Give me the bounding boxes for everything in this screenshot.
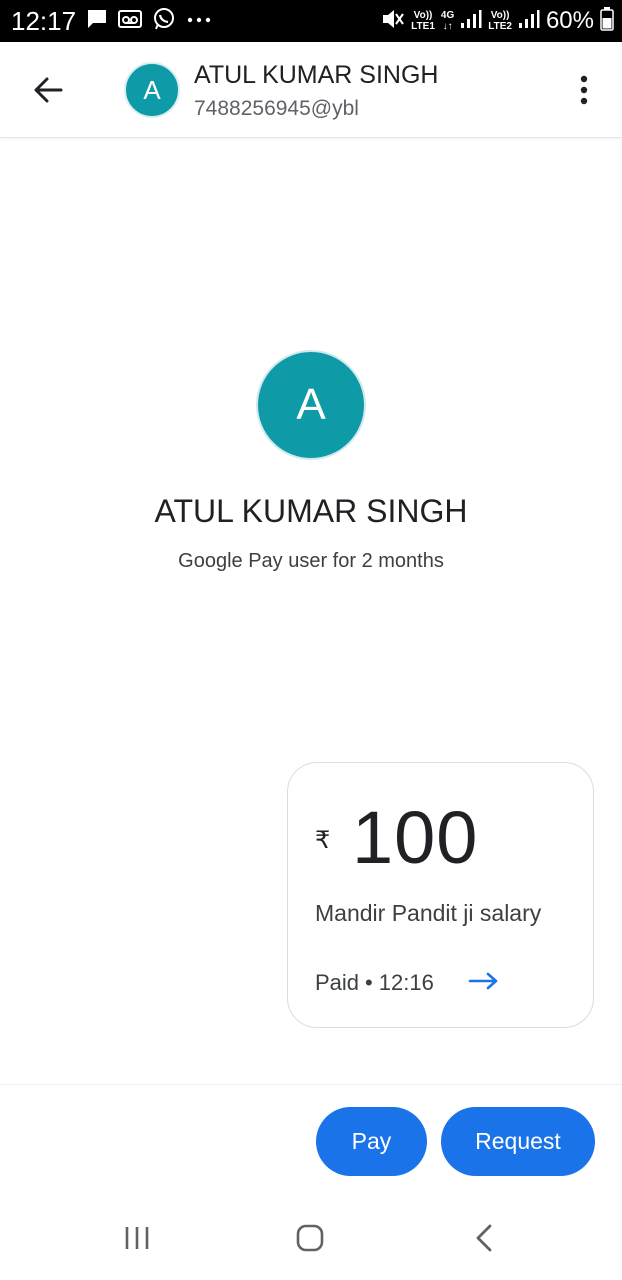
arrow-forward-icon — [468, 971, 500, 996]
signal-icon — [460, 9, 482, 34]
sim1-lte: LTE1 — [411, 21, 435, 32]
bottom-divider — [0, 1084, 622, 1085]
payment-note: Mandir Pandit ji salary — [315, 900, 542, 926]
recents-icon — [123, 1225, 151, 1256]
battery-percent: 60% — [545, 7, 594, 34]
request-button[interactable]: Request — [441, 1107, 595, 1176]
battery-icon — [600, 6, 614, 36]
home-icon — [295, 1223, 325, 1258]
sim2-label: Vo)) LTE2 — [488, 10, 512, 32]
recents-button[interactable] — [115, 1218, 159, 1262]
payment-card[interactable]: ₹ 100 Mandir Pandit ji salary Paid • 12:… — [287, 762, 594, 1028]
more-vert-icon — [579, 75, 589, 110]
app-bar: A ATUL KUMAR SINGH 7488256945@ybl — [0, 42, 622, 138]
header-avatar[interactable]: A — [124, 62, 180, 118]
notification-icons — [86, 7, 212, 36]
profile-name: ATUL KUMAR SINGH — [154, 493, 468, 529]
payment-details-link[interactable] — [468, 969, 504, 997]
status-bar: 12:17 Vo)) LTE1 4G ↓↑ Vo)) LTE2 60% — [0, 0, 622, 42]
mute-icon — [381, 8, 405, 35]
more-dots-icon — [186, 12, 212, 30]
status-time: 12:17 — [11, 6, 77, 36]
voicemail-icon — [118, 8, 142, 35]
signal-icon — [518, 9, 540, 34]
profile-subtitle: Google Pay user for 2 months — [178, 550, 444, 572]
chevron-left-icon — [474, 1223, 494, 1258]
network-4g-label: 4G — [440, 10, 455, 21]
network-4g: 4G ↓↑ — [441, 10, 454, 32]
header-contact-name: ATUL KUMAR SINGH — [194, 61, 439, 89]
header-upi-id: 7488256945@ybl — [194, 97, 359, 120]
home-button[interactable] — [288, 1218, 332, 1262]
back-button[interactable] — [26, 70, 70, 114]
whatsapp-icon — [152, 7, 176, 36]
data-arrows-icon: ↓↑ — [442, 21, 453, 32]
message-icon — [86, 8, 108, 35]
profile-avatar[interactable]: A — [256, 350, 366, 460]
back-nav-button[interactable] — [462, 1218, 506, 1262]
payment-status-line: Paid • 12:16 — [315, 969, 434, 997]
system-status-icons: Vo)) LTE1 4G ↓↑ Vo)) LTE2 60% — [381, 6, 614, 36]
system-nav-bar — [0, 1200, 622, 1280]
sim2-lte: LTE2 — [488, 21, 512, 32]
arrow-back-icon — [33, 76, 63, 109]
sim2-volte: Vo)) — [490, 10, 510, 21]
payment-time: 12:16 — [378, 970, 434, 995]
pay-button[interactable]: Pay — [316, 1107, 427, 1176]
status-separator: • — [365, 970, 373, 995]
currency-symbol: ₹ — [315, 827, 331, 854]
sim1-volte: Vo)) — [413, 10, 433, 21]
payment-status: Paid — [315, 970, 360, 995]
payment-amount: 100 — [352, 796, 479, 879]
sim1-label: Vo)) LTE1 — [411, 10, 435, 32]
overflow-menu-button[interactable] — [564, 70, 604, 114]
